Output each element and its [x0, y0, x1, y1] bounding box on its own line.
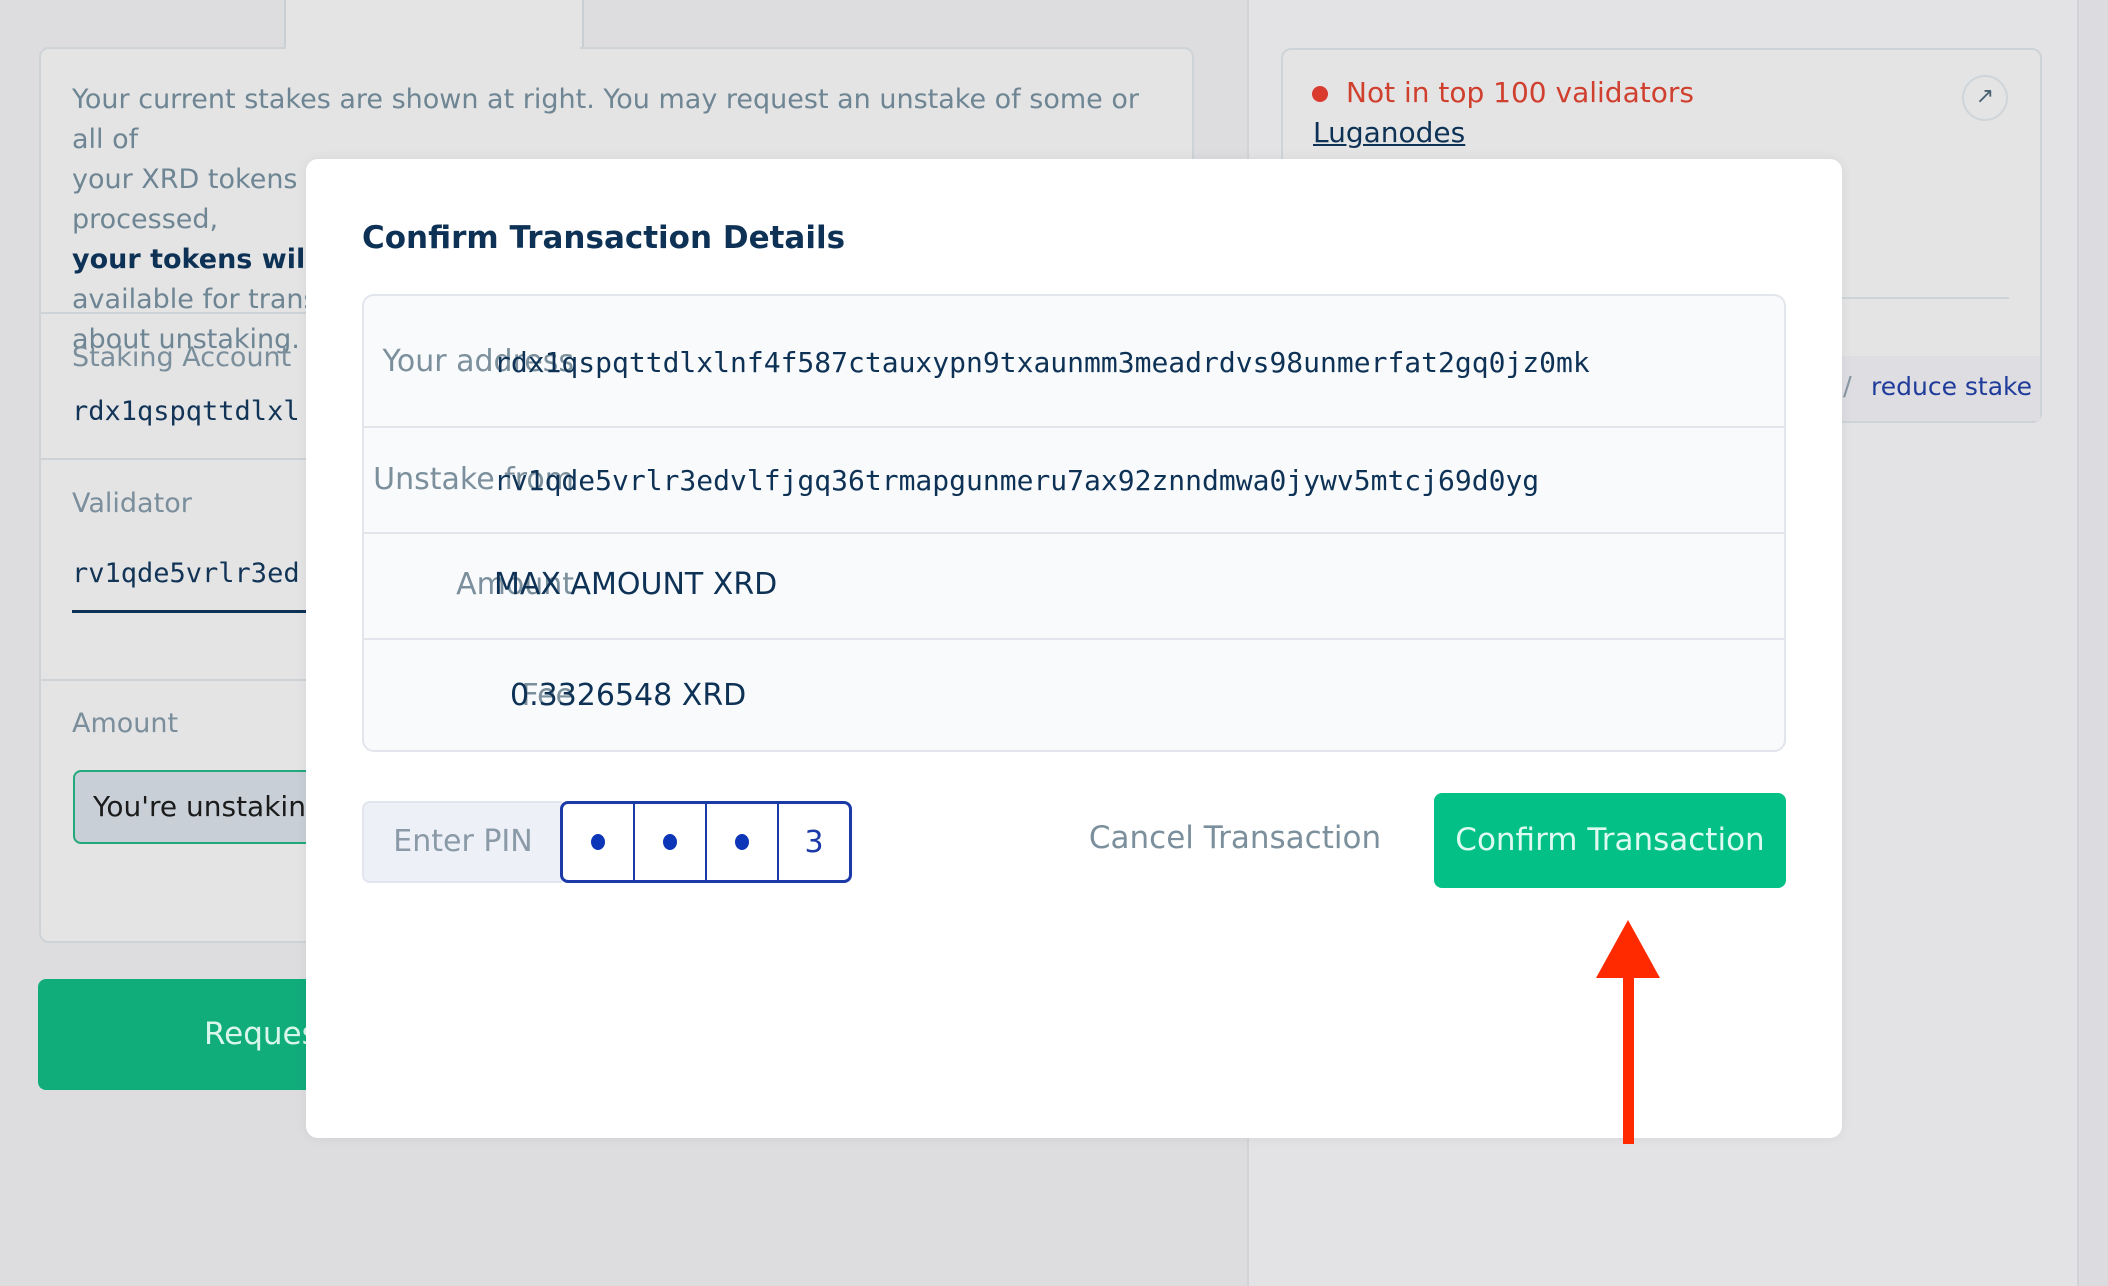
arrow-head — [1596, 920, 1660, 978]
intro-line: Your current stakes are shown at right. … — [72, 84, 1139, 155]
detail-value: 0.3326548 XRD — [510, 678, 747, 713]
detail-value: rdx1qspqttdlxlnf4f587ctauxypn9txaunmm3me… — [494, 346, 1590, 379]
scrollbar-track[interactable] — [2079, 0, 2108, 1286]
validator-label: Validator — [72, 488, 192, 519]
pin-digit-2[interactable] — [635, 804, 707, 880]
arrow-shaft — [1623, 976, 1634, 1144]
validator-name-link[interactable]: Luganodes — [1313, 116, 1465, 149]
pin-digit-value: 3 — [804, 824, 824, 860]
pin-digit-4[interactable]: 3 — [779, 804, 849, 880]
validator-input[interactable]: rv1qde5vrlr3ed — [72, 558, 300, 589]
modal-title: Confirm Transaction Details — [362, 220, 846, 256]
amount-label: Amount — [72, 708, 179, 739]
pin-mask-dot-icon — [735, 834, 749, 850]
active-tab[interactable] — [284, 0, 584, 50]
request-unstake-label: Reques — [204, 1016, 318, 1052]
staking-account-label: Staking Account — [72, 342, 292, 373]
arrow-up-right-icon: ↗ — [1975, 84, 1995, 109]
transaction-details-table: Your address rdx1qspqttdlxlnf4f587ctauxy… — [362, 294, 1786, 752]
detail-row-fee: Fee 0.3326548 XRD — [364, 638, 1784, 750]
detail-row-address: Your address rdx1qspqttdlxlnf4f587ctauxy… — [364, 296, 1784, 428]
cancel-transaction-button[interactable]: Cancel Transaction — [1080, 820, 1390, 856]
pin-mask-dot-icon — [663, 834, 677, 850]
validator-status: Not in top 100 validators — [1346, 76, 1694, 109]
tab-joint — [286, 45, 580, 49]
pin-label: Enter PIN — [362, 801, 562, 883]
detail-value: rv1qde5vrlr3edvlfjgq36trmapgunmeru7ax92z… — [494, 464, 1540, 497]
amount-input-text: You're unstaking — [93, 790, 324, 823]
pin-digit-1[interactable] — [563, 804, 635, 880]
staking-account-value[interactable]: rdx1qspqttdlxl — [72, 396, 300, 427]
pin-input[interactable]: 3 — [560, 801, 852, 883]
pin-digit-3[interactable] — [707, 804, 779, 880]
detail-row-amount: Amount MAX AMOUNT XRD — [364, 532, 1784, 640]
confirm-transaction-button[interactable]: Confirm Transaction — [1434, 793, 1786, 888]
action-separator: / — [1843, 372, 1852, 402]
detail-value: MAX AMOUNT XRD — [494, 567, 778, 602]
detail-row-validator: Unstake from rv1qde5vrlr3edvlfjgq36trmap… — [364, 426, 1784, 534]
external-link-button[interactable]: ↗ — [1962, 75, 2008, 121]
pin-mask-dot-icon — [591, 834, 605, 850]
annotation-arrow-icon — [1596, 920, 1660, 1144]
status-dot-icon — [1312, 86, 1328, 102]
reduce-stake-link[interactable]: reduce stake — [1871, 372, 2032, 401]
